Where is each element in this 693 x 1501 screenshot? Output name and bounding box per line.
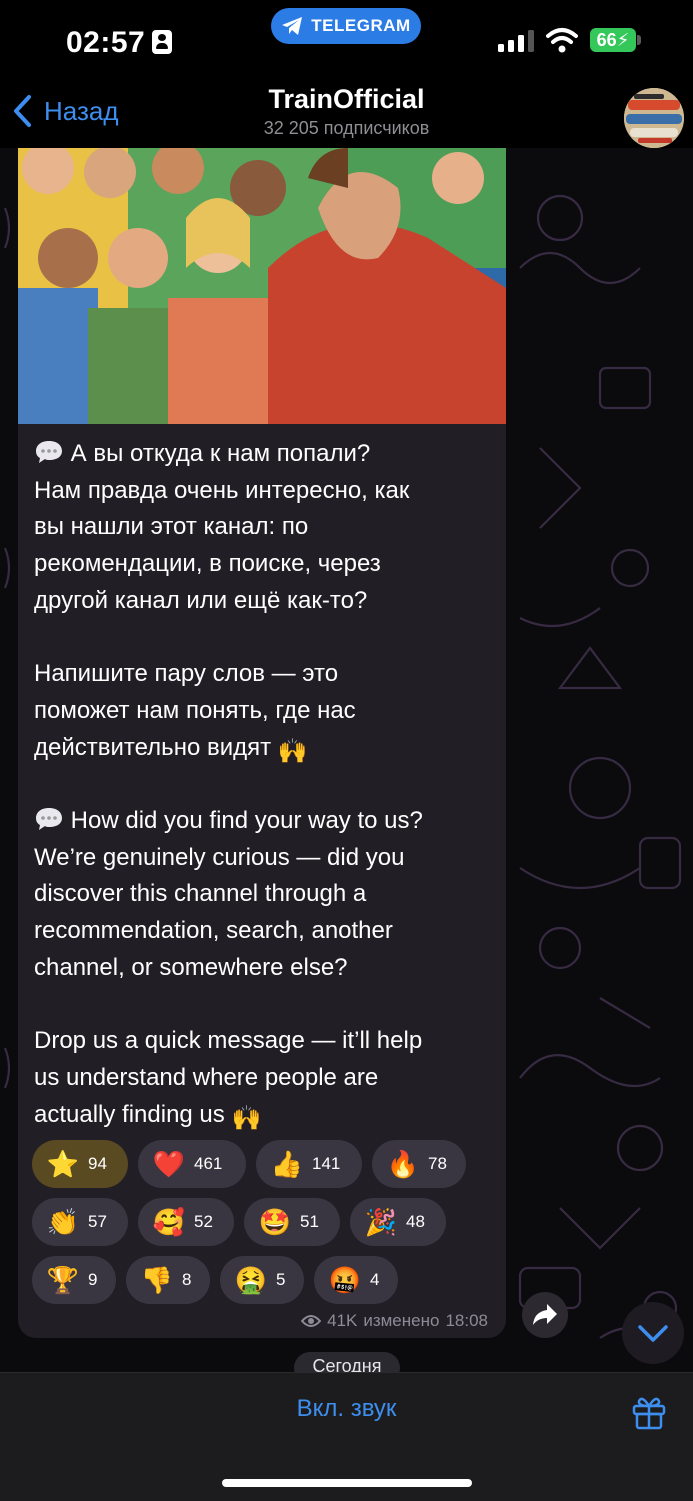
text-line-ru-6: Напишите пару слов — это xyxy=(34,660,339,688)
text-line-ru-3: вы нашли этот канал: по xyxy=(34,513,309,541)
text-line: actually finding us 🙌 xyxy=(34,1097,496,1134)
eye-icon xyxy=(301,1315,322,1327)
telegram-pill-label: TELEGRAM xyxy=(311,16,411,35)
reaction-cursing[interactable]: 🤬 4 xyxy=(314,1256,398,1304)
reaction-vomiting[interactable]: 🤮 5 xyxy=(220,1256,304,1304)
thumbs-down-icon: 👎 xyxy=(140,1264,174,1295)
gift-icon[interactable] xyxy=(630,1393,668,1431)
battery-level: 66 xyxy=(596,29,617,50)
text-line-en-1: How did you find your way to us? xyxy=(70,807,423,834)
post-image[interactable] xyxy=(18,148,506,424)
status-time: 02:57 xyxy=(66,26,146,59)
reaction-smiling-hearts[interactable]: 🥰 52 xyxy=(138,1198,234,1246)
bottom-bar: Вкл. звук xyxy=(0,1372,693,1501)
reaction-count: 141 xyxy=(312,1154,341,1173)
subscriber-count: 32 205 подписчиков xyxy=(263,118,430,138)
speech-bubble-icon xyxy=(34,439,64,465)
text-line-ru-2: Нам правда очень интересно, как xyxy=(34,476,410,504)
view-count: 41K xyxy=(327,1311,358,1330)
channel-avatar[interactable] xyxy=(624,88,684,148)
crowd-illustration xyxy=(18,148,506,424)
chevron-down-icon xyxy=(638,1325,668,1342)
reaction-count: 9 xyxy=(88,1270,98,1289)
message-meta: 41K изменено 18:08 xyxy=(301,1311,488,1331)
reaction-count: 78 xyxy=(428,1154,447,1173)
reaction-count: 8 xyxy=(182,1270,192,1289)
text-line-ru-8: действительно видят xyxy=(34,733,272,761)
text-line-en-5: channel, or somewhere else? xyxy=(34,953,348,981)
fire-icon: 🔥 xyxy=(386,1148,420,1179)
text-line-en-6: Drop us a quick message — it’ll help xyxy=(34,1027,423,1055)
reaction-count: 94 xyxy=(88,1154,107,1173)
status-bar: 02:57 TELEGRAM 66 ⚡ xyxy=(0,0,693,80)
text-line-ru-4: рекомендации, в поиске, через xyxy=(34,550,381,578)
reaction-trophy[interactable]: 🏆 9 xyxy=(32,1256,116,1304)
contact-card-icon xyxy=(152,30,172,54)
message-bubble[interactable]: А вы откуда к нам попали? Нам правда оче… xyxy=(18,148,506,1338)
reaction-party-popper[interactable]: 🎉 48 xyxy=(350,1198,446,1246)
channel-title[interactable]: TrainOfficial xyxy=(0,84,693,115)
chat-header: Назад TrainOfficial 32 205 подписчиков xyxy=(0,80,693,148)
edited-label: изменено xyxy=(363,1311,440,1330)
forward-arrow-icon xyxy=(533,1304,557,1325)
text-line-en-3: discover this channel through a xyxy=(34,880,367,908)
scroll-down-button[interactable] xyxy=(622,1302,684,1364)
text-line-en-2: We’re genuinely curious — did you xyxy=(34,843,405,871)
star-struck-icon: 🤩 xyxy=(258,1206,292,1237)
reaction-count: 48 xyxy=(406,1212,425,1231)
text-line: действительно видят 🙌 xyxy=(34,730,496,767)
reaction-count: 52 xyxy=(194,1212,213,1231)
text-line-ru-5: другой канал или ещё как-то? xyxy=(34,586,368,614)
reaction-thumbs-up[interactable]: 👍 141 xyxy=(256,1140,362,1188)
cellular-signal-icon xyxy=(498,30,534,52)
text-line: How did you find your way to us? xyxy=(34,803,496,840)
reaction-clap[interactable]: 👏 57 xyxy=(32,1198,128,1246)
reaction-count: 51 xyxy=(300,1212,319,1231)
telegram-plane-icon xyxy=(282,17,303,35)
trophy-icon: 🏆 xyxy=(46,1264,80,1295)
message-text: А вы откуда к нам попали? Нам правда оче… xyxy=(34,436,496,1133)
message-time: 18:08 xyxy=(445,1311,488,1330)
reaction-star-struck[interactable]: 🤩 51 xyxy=(244,1198,340,1246)
train-collage-image xyxy=(624,88,684,148)
wifi-icon xyxy=(546,28,578,53)
heart-icon: ❤️ xyxy=(152,1148,186,1179)
text-line-en-4: recommendation, search, another xyxy=(34,917,393,945)
text-line-en-8: actually finding us xyxy=(34,1100,225,1128)
reaction-count: 4 xyxy=(370,1270,380,1289)
reaction-count: 5 xyxy=(276,1270,286,1289)
text-line-ru-1: А вы откуда к нам попали? xyxy=(70,440,371,467)
telegram-pill[interactable]: TELEGRAM xyxy=(271,8,421,44)
battery-icon: 66 ⚡ xyxy=(590,28,636,52)
text-line: А вы откуда к нам попали? xyxy=(34,436,496,473)
unmute-button[interactable]: Вкл. звук xyxy=(0,1395,693,1423)
reaction-heart[interactable]: ❤️ 461 xyxy=(138,1140,246,1188)
speech-bubble-icon xyxy=(34,806,64,832)
share-button[interactable] xyxy=(522,1292,568,1338)
party-popper-icon: 🎉 xyxy=(364,1206,398,1237)
vomiting-icon: 🤮 xyxy=(234,1264,268,1295)
raising-hands-icon: 🙌 xyxy=(231,1104,262,1132)
reaction-count: 461 xyxy=(194,1154,223,1173)
star-icon: ⭐ xyxy=(46,1148,80,1179)
home-indicator xyxy=(222,1479,472,1487)
reaction-count: 57 xyxy=(88,1212,107,1231)
reaction-thumbs-down[interactable]: 👎 8 xyxy=(126,1256,210,1304)
smiling-hearts-icon: 🥰 xyxy=(152,1206,186,1237)
reaction-fire[interactable]: 🔥 78 xyxy=(372,1140,466,1188)
thumbs-up-icon: 👍 xyxy=(270,1148,304,1179)
battery-tip xyxy=(637,35,641,45)
raising-hands-icon: 🙌 xyxy=(277,737,308,765)
text-line-en-7: us understand where people are xyxy=(34,1063,379,1091)
reaction-star[interactable]: ⭐ 94 xyxy=(32,1140,128,1188)
clap-icon: 👏 xyxy=(46,1206,80,1237)
cursing-icon: 🤬 xyxy=(328,1264,362,1295)
text-line-ru-7: поможет нам понять, где нас xyxy=(34,696,356,724)
